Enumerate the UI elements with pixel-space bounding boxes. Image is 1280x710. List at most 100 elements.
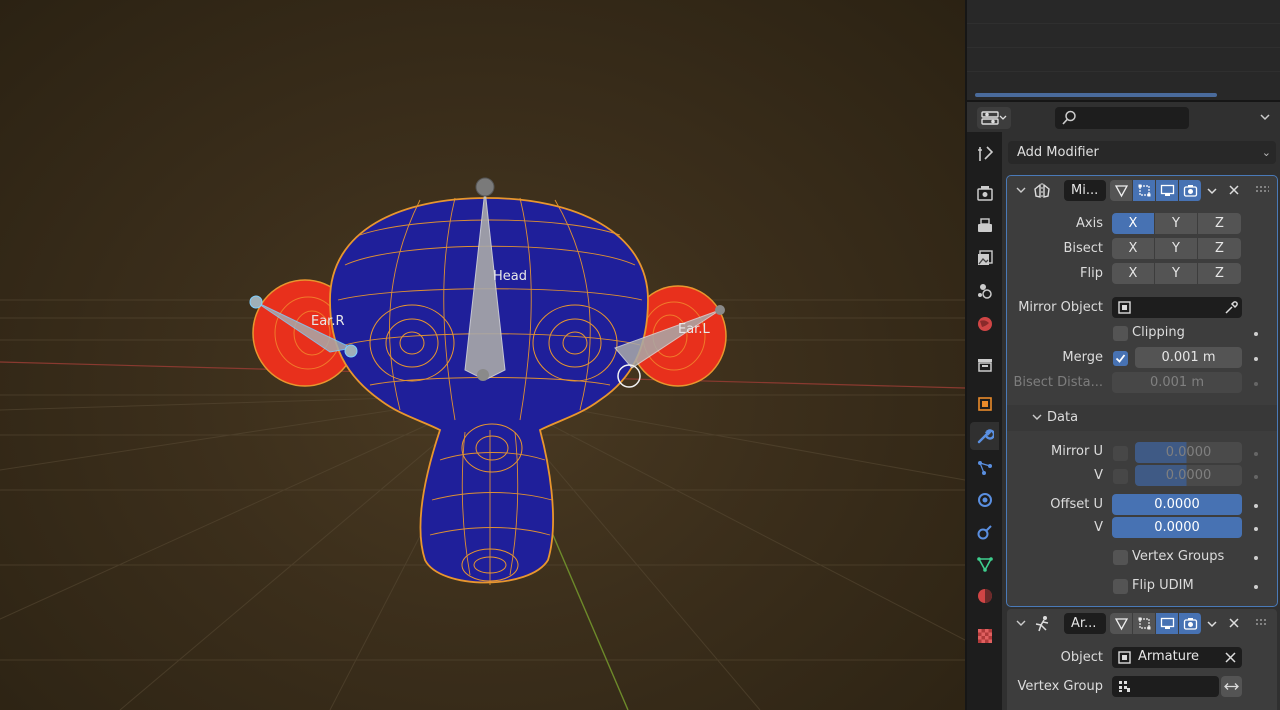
offset-u-field[interactable]: 0.0000 [1112,494,1242,515]
armature-object-label: Object [1060,650,1103,665]
keyframe-dot[interactable] [1254,357,1258,361]
vertex-group-field[interactable] [1112,676,1219,697]
tab-view-layer[interactable] [970,244,999,272]
edit-mode-cage-toggle[interactable] [1110,613,1133,634]
axis-buttons: X Y Z [1112,213,1241,234]
keyframe-dot[interactable] [1254,585,1258,589]
render-toggle[interactable] [1179,613,1202,634]
bisect-distance-field[interactable]: 0.001 m [1112,372,1242,393]
search-input[interactable] [1055,107,1189,129]
tab-physics[interactable] [970,486,999,514]
data-subpanel-label: Data [1047,410,1079,425]
modifier-name-field[interactable]: Ar... [1064,613,1106,634]
tab-modifier[interactable] [970,422,999,450]
eyedropper-icon[interactable] [1223,300,1238,315]
chevron-down-icon[interactable] [1015,617,1027,629]
outliner-row[interactable] [967,48,1280,72]
tab-texture[interactable] [970,622,999,650]
editor-type-button[interactable] [977,107,1011,129]
flip-y-button[interactable]: Y [1155,263,1198,284]
clipping-label: Clipping [1132,325,1185,340]
tab-object[interactable] [970,390,999,418]
armature-object-field[interactable]: Armature [1112,647,1242,668]
render-toggle[interactable] [1179,180,1202,201]
flip-z-button[interactable]: Z [1198,263,1241,284]
tab-tool[interactable] [970,140,999,168]
flip-udim-checkbox[interactable] [1113,579,1128,594]
drag-handle-icon[interactable] [1255,617,1269,629]
viewport-toggle[interactable] [1156,180,1179,201]
outliner[interactable] [967,0,1280,100]
outliner-row[interactable] [967,0,1280,24]
keyframe-dot[interactable] [1254,504,1258,508]
wrench-icon [977,429,994,444]
edit-mode-icon [1138,184,1150,197]
merge-distance-field[interactable]: 0.001 m [1135,347,1242,368]
edit-mode-toggle[interactable] [1133,180,1156,201]
vertex-triangle-icon [1114,185,1128,198]
axis-y-button[interactable]: Y [1155,213,1198,234]
chevron-down-icon[interactable] [1015,184,1027,196]
tab-collection[interactable] [970,351,999,379]
keyframe-dot[interactable] [1254,332,1258,336]
3d-viewport[interactable]: Head Ear.R Ear.L [0,0,965,710]
tab-data[interactable] [970,550,999,578]
edit-mode-cage-toggle[interactable] [1110,180,1133,201]
vertex-groups-label: Vertex Groups [1132,549,1225,564]
clipping-checkbox[interactable] [1113,326,1128,341]
keyframe-dot[interactable] [1254,382,1258,386]
close-icon[interactable] [1224,651,1237,664]
mirror-v-field[interactable]: 0.0000 [1135,465,1242,486]
bisect-distance-label: Bisect Dista... [1013,375,1103,390]
keyframe-dot[interactable] [1254,452,1258,456]
modifier-properties: Add Modifier ⌄ Mi... Axis X Y Z Bisect X… [1002,132,1280,710]
invert-vertex-group-button[interactable] [1221,676,1242,697]
modifier-name-field[interactable]: Mi... [1064,180,1106,201]
vertex-groups-checkbox[interactable] [1113,550,1128,565]
flip-x-button[interactable]: X [1112,263,1155,284]
mirror-v-checkbox[interactable] [1113,469,1128,484]
offset-v-field[interactable]: 0.0000 [1112,517,1242,538]
axis-z-button[interactable]: Z [1198,213,1241,234]
edit-mode-toggle[interactable] [1133,613,1156,634]
chevron-down-icon: ⌄ [1261,146,1271,159]
chevron-down-icon[interactable] [1258,110,1272,124]
mirror-panel-header[interactable]: Mi... [1007,176,1277,206]
constraints-icon [977,525,992,540]
bisect-z-button[interactable]: Z [1198,238,1241,259]
mirror-object-field[interactable] [1112,297,1242,318]
outliner-scrollbar[interactable] [975,93,1217,97]
chevron-down-icon[interactable] [1205,617,1219,631]
mirror-u-field[interactable]: 0.0000 [1135,442,1242,463]
bisect-y-button[interactable]: Y [1155,238,1198,259]
armature-panel-header[interactable]: Ar... [1007,609,1277,639]
axis-x-button[interactable]: X [1112,213,1155,234]
properties-tabs [967,132,1002,710]
flip-buttons: X Y Z [1112,263,1241,284]
drag-handle-icon[interactable] [1255,184,1269,196]
mirror-u-label: Mirror U [1051,444,1103,459]
tab-render[interactable] [970,179,999,207]
data-subpanel-header[interactable]: Data [1007,405,1277,431]
armature-modifier-panel: Ar... Object Armature Vertex Group [1007,609,1277,710]
tab-scene[interactable] [970,277,999,305]
tab-world[interactable] [970,310,999,338]
chevron-down-icon[interactable] [1205,184,1219,198]
particles-icon [977,461,992,475]
scene-icon [977,284,992,299]
mirror-u-checkbox[interactable] [1113,446,1128,461]
tab-constraints[interactable] [970,518,999,546]
tab-material[interactable] [970,582,999,610]
merge-checkbox[interactable] [1113,351,1128,366]
close-icon[interactable] [1227,616,1241,630]
keyframe-dot[interactable] [1254,527,1258,531]
viewport-toggle[interactable] [1156,613,1179,634]
tab-output[interactable] [970,212,999,240]
outliner-row[interactable] [967,24,1280,48]
add-modifier-dropdown[interactable]: Add Modifier ⌄ [1008,141,1276,164]
close-icon[interactable] [1227,183,1241,197]
keyframe-dot[interactable] [1254,556,1258,560]
tab-particles[interactable] [970,454,999,482]
bisect-x-button[interactable]: X [1112,238,1155,259]
keyframe-dot[interactable] [1254,475,1258,479]
